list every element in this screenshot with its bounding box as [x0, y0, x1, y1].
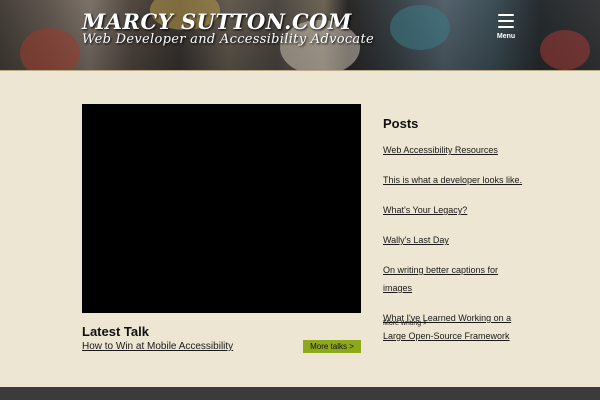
post-link[interactable]: What I've Learned Working on a Large Ope… — [383, 313, 511, 341]
site-header: MARCY SUTTON.COM Web Developer and Acces… — [0, 0, 600, 71]
menu-button[interactable]: Menu — [489, 9, 523, 47]
list-item: Wally's Last Day — [383, 230, 523, 248]
post-link[interactable]: On writing better captions for images — [383, 265, 498, 293]
header-graffiti-art — [390, 5, 450, 50]
list-item: What's Your Legacy? — [383, 200, 523, 218]
more-talks-button[interactable]: More talks > — [303, 340, 361, 353]
site-title-link[interactable]: MARCY SUTTON.COM — [82, 9, 352, 34]
header-graffiti-art — [540, 30, 590, 70]
site-tagline: Web Developer and Accessibility Advocate — [82, 32, 374, 47]
video-player[interactable] — [82, 104, 361, 313]
footer-band — [0, 387, 600, 400]
posts-heading: Posts — [383, 116, 419, 131]
list-item: On writing better captions for images — [383, 260, 523, 296]
post-link[interactable]: Web Accessibility Resources — [383, 145, 498, 155]
latest-talk-heading: Latest Talk — [82, 324, 149, 339]
latest-talk-link[interactable]: How to Win at Mobile Accessibility — [82, 341, 233, 352]
hamburger-icon — [498, 14, 514, 28]
menu-label: Menu — [496, 33, 516, 40]
more-writing-link[interactable]: More writing > — [383, 320, 427, 327]
post-link[interactable]: This is what a developer looks like. — [383, 175, 522, 185]
post-link[interactable]: What's Your Legacy? — [383, 205, 467, 215]
post-link[interactable]: Wally's Last Day — [383, 235, 449, 245]
header-graffiti-art — [20, 28, 80, 70]
list-item: This is what a developer looks like. — [383, 170, 523, 188]
list-item: Web Accessibility Resources — [383, 140, 523, 158]
